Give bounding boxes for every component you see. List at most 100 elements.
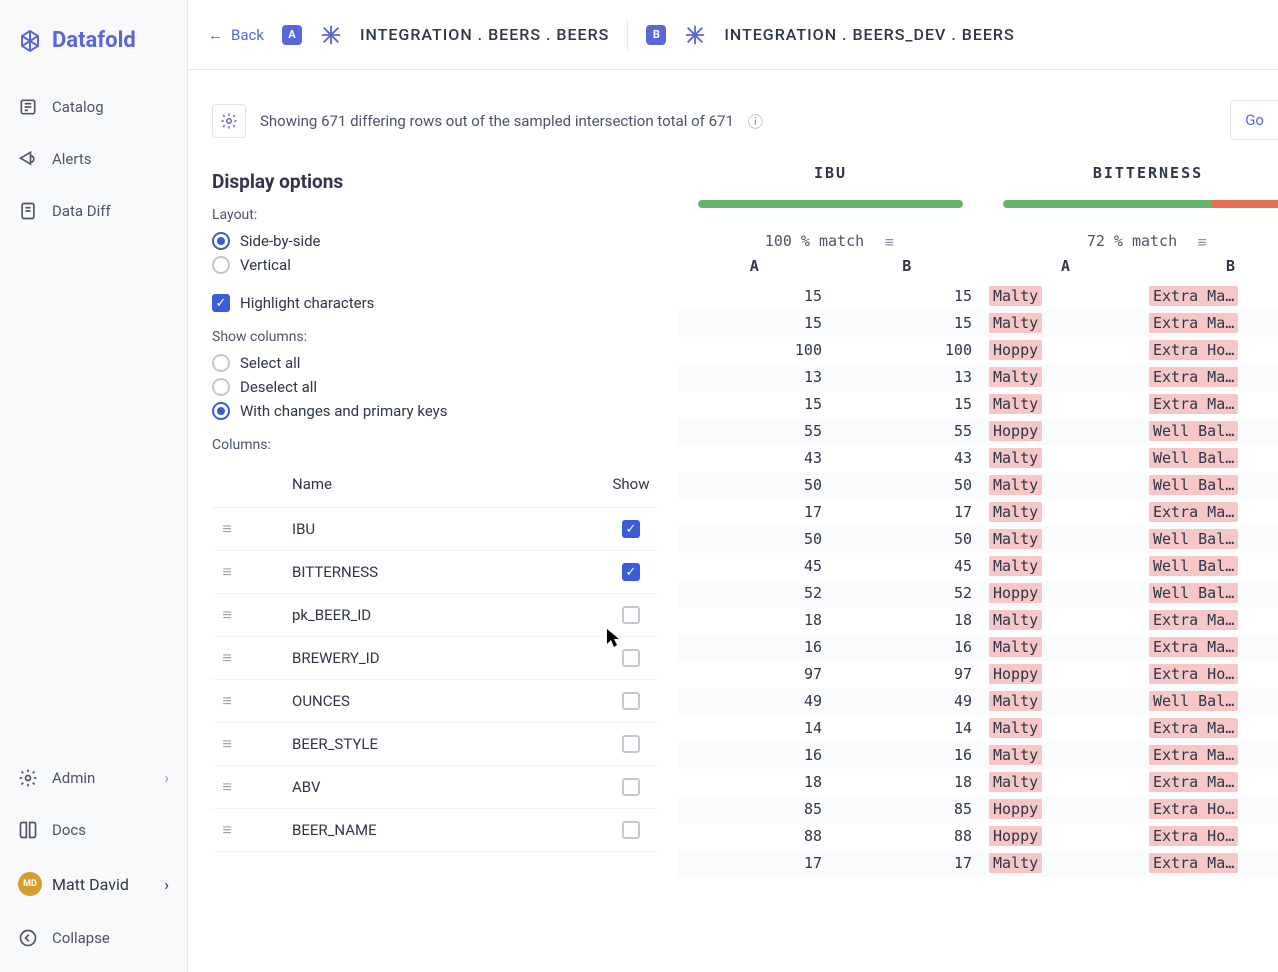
table-row[interactable]: MaltyWell Bal…: [983, 688, 1278, 715]
sidebar-item-catalog[interactable]: Catalog: [0, 81, 187, 133]
table-row[interactable]: 4545: [678, 553, 983, 580]
table-row[interactable]: HoppyExtra Ho…: [983, 823, 1278, 850]
sidebar-item-data-diff[interactable]: Data Diff: [0, 185, 187, 237]
table-row[interactable]: 8585: [678, 796, 983, 823]
column-row[interactable]: ≡OUNCES: [212, 680, 657, 723]
column-row[interactable]: ≡BITTERNESS: [212, 551, 657, 594]
checkbox-icon[interactable]: [212, 294, 230, 312]
cell-a: Malty: [983, 286, 1143, 306]
drag-icon[interactable]: ≡: [218, 777, 236, 797]
show-checkbox[interactable]: [622, 692, 640, 710]
show-checkbox[interactable]: [622, 563, 640, 581]
table-row[interactable]: 4343: [678, 445, 983, 472]
show-checkbox[interactable]: [622, 649, 640, 667]
layout-side-by-side[interactable]: Side-by-side: [212, 229, 657, 253]
table-row[interactable]: 8888: [678, 823, 983, 850]
show-checkbox[interactable]: [622, 778, 640, 796]
table-row[interactable]: MaltyExtra Ma…: [983, 364, 1278, 391]
table-row[interactable]: 5050: [678, 472, 983, 499]
menu-icon[interactable]: ≡: [1195, 233, 1209, 251]
drag-icon[interactable]: ≡: [218, 605, 236, 625]
logo[interactable]: Datafold: [0, 0, 187, 73]
table-row[interactable]: 1515: [678, 391, 983, 418]
table-row[interactable]: 1414: [678, 715, 983, 742]
table-row[interactable]: MaltyExtra Ma…: [983, 850, 1278, 877]
column-row[interactable]: ≡IBU: [212, 508, 657, 551]
table-row[interactable]: MaltyWell Bal…: [983, 553, 1278, 580]
drag-icon[interactable]: ≡: [218, 519, 236, 539]
table-row[interactable]: 1717: [678, 499, 983, 526]
sidebar-item-admin[interactable]: Admin ›: [0, 752, 187, 804]
column-row[interactable]: ≡pk_BEER_ID: [212, 594, 657, 637]
sidebar-item-alerts[interactable]: Alerts: [0, 133, 187, 185]
table-row[interactable]: MaltyWell Bal…: [983, 472, 1278, 499]
table-row[interactable]: HoppyExtra Ho…: [983, 337, 1278, 364]
table-row[interactable]: MaltyExtra Ma…: [983, 310, 1278, 337]
drag-icon[interactable]: ≡: [218, 734, 236, 754]
cell-b: Extra Ho…: [1143, 664, 1278, 684]
drag-icon[interactable]: ≡: [218, 820, 236, 840]
drag-icon[interactable]: ≡: [218, 691, 236, 711]
table-row[interactable]: MaltyExtra Ma…: [983, 283, 1278, 310]
table-row[interactable]: MaltyExtra Ma…: [983, 742, 1278, 769]
table-row[interactable]: 1616: [678, 634, 983, 661]
table-row[interactable]: MaltyExtra Ma…: [983, 499, 1278, 526]
table-row[interactable]: 1313: [678, 364, 983, 391]
go-button[interactable]: Go: [1230, 100, 1278, 140]
radio-icon[interactable]: [212, 378, 230, 396]
radio-icon[interactable]: [212, 402, 230, 420]
cell-a: Malty: [983, 367, 1143, 387]
table-row[interactable]: MaltyExtra Ma…: [983, 391, 1278, 418]
sidebar-item-docs[interactable]: Docs: [0, 804, 187, 856]
table-row[interactable]: 5555: [678, 418, 983, 445]
table-row[interactable]: 1616: [678, 742, 983, 769]
table-row[interactable]: 1515: [678, 310, 983, 337]
show-checkbox[interactable]: [622, 606, 640, 624]
gear-icon[interactable]: [212, 104, 246, 138]
show-checkbox[interactable]: [622, 821, 640, 839]
show-checkbox[interactable]: [622, 735, 640, 753]
option-select-all[interactable]: Select all: [212, 351, 657, 375]
column-row[interactable]: ≡BEER_NAME: [212, 809, 657, 852]
menu-icon[interactable]: ≡: [882, 233, 896, 251]
table-row[interactable]: 1515: [678, 283, 983, 310]
column-row[interactable]: ≡ABV: [212, 766, 657, 809]
drag-icon[interactable]: ≡: [218, 562, 236, 582]
table-row[interactable]: 9797: [678, 661, 983, 688]
table-row[interactable]: 100100: [678, 337, 983, 364]
table-row[interactable]: HoppyExtra Ho…: [983, 796, 1278, 823]
column-row[interactable]: ≡BEER_STYLE: [212, 723, 657, 766]
table-row[interactable]: HoppyWell Bal…: [983, 418, 1278, 445]
option-with-changes[interactable]: With changes and primary keys: [212, 399, 657, 423]
radio-icon[interactable]: [212, 354, 230, 372]
table-row[interactable]: MaltyExtra Ma…: [983, 607, 1278, 634]
table-row[interactable]: MaltyExtra Ma…: [983, 715, 1278, 742]
highlight-characters[interactable]: Highlight characters: [212, 291, 657, 315]
back-button[interactable]: ← Back: [208, 26, 264, 44]
table-row[interactable]: MaltyWell Bal…: [983, 445, 1278, 472]
drag-icon[interactable]: ≡: [218, 648, 236, 668]
sidebar-item-user[interactable]: MD Matt David ›: [0, 856, 187, 912]
column-row[interactable]: ≡BREWERY_ID: [212, 637, 657, 680]
table-row[interactable]: 1818: [678, 607, 983, 634]
radio-icon[interactable]: [212, 232, 230, 250]
sidebar-collapse-button[interactable]: Collapse: [0, 912, 187, 972]
table-row[interactable]: MaltyExtra Ma…: [983, 769, 1278, 796]
table-row[interactable]: 1818: [678, 769, 983, 796]
table-row[interactable]: 4949: [678, 688, 983, 715]
option-deselect-all[interactable]: Deselect all: [212, 375, 657, 399]
table-row[interactable]: 5252: [678, 580, 983, 607]
table-row[interactable]: MaltyExtra Ma…: [983, 634, 1278, 661]
table-row[interactable]: 5050: [678, 526, 983, 553]
table-row[interactable]: 1717: [678, 850, 983, 877]
table-row[interactable]: MaltyWell Bal…: [983, 526, 1278, 553]
layout-vertical[interactable]: Vertical: [212, 253, 657, 277]
show-checkbox[interactable]: [622, 520, 640, 538]
table-row[interactable]: HoppyWell Bal…: [983, 580, 1278, 607]
radio-icon[interactable]: [212, 256, 230, 274]
cell-b: Extra Ma…: [1143, 502, 1278, 522]
info-banner: Showing 671 differing rows out of the sa…: [212, 104, 1278, 138]
table-row[interactable]: HoppyExtra Ho…: [983, 661, 1278, 688]
cell-a: Malty: [983, 610, 1143, 630]
info-icon[interactable]: ⓘ: [748, 111, 763, 132]
